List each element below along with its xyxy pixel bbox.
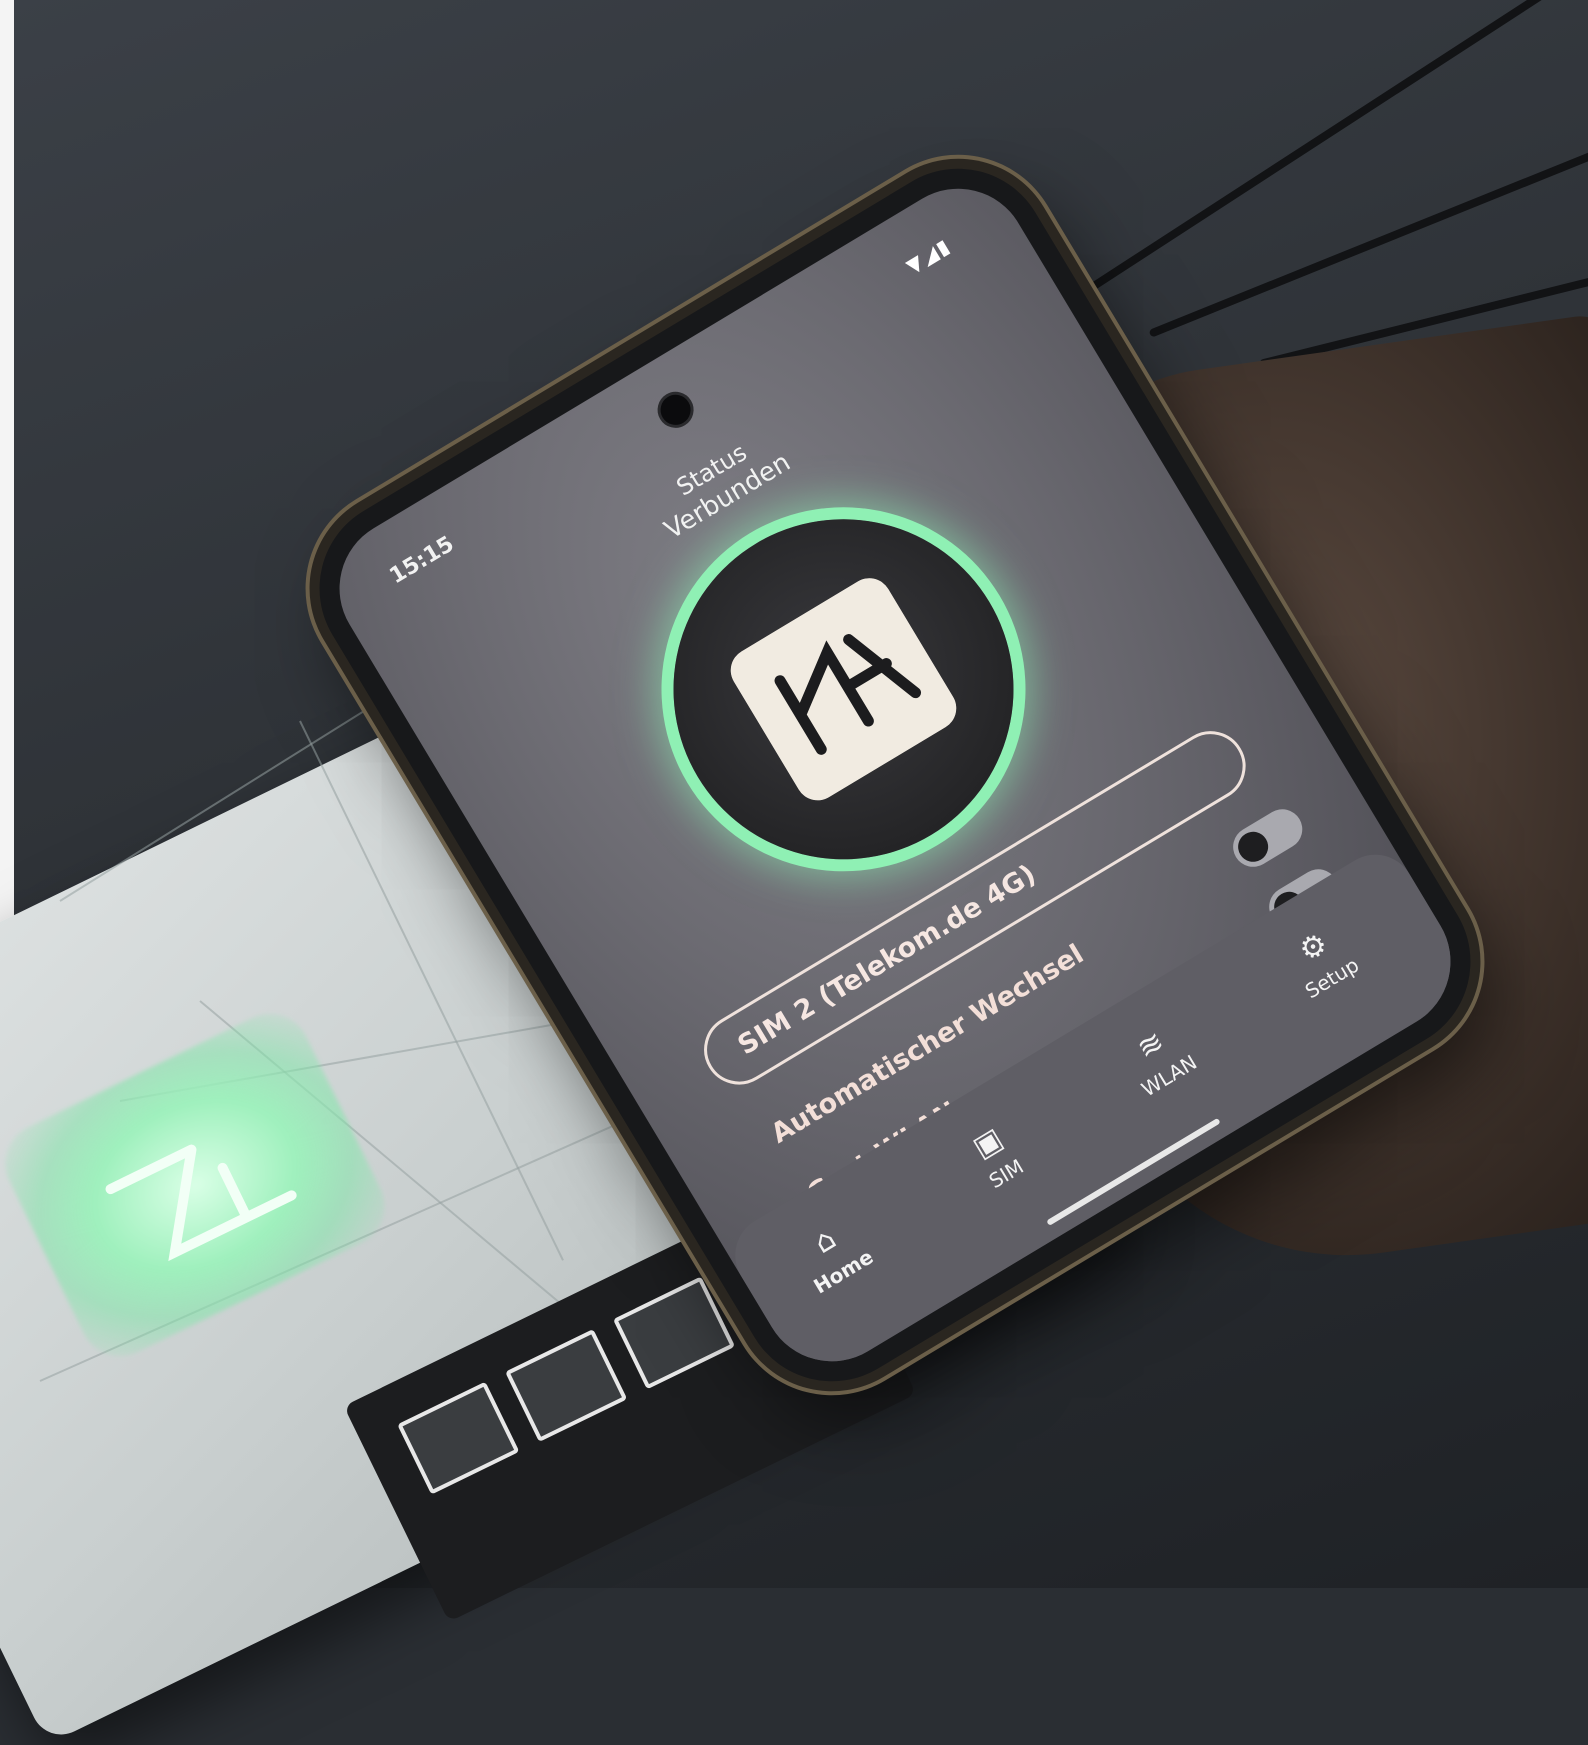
status-bar-time: 15:15 — [385, 531, 459, 590]
phone-screen: 15:15 ▼◢▮ Status Verbunden SIM 2 (Teleko… — [313, 162, 1477, 1388]
nav-wlan[interactable]: ≋ WLAN — [1082, 994, 1235, 1122]
smartphone: 15:15 ▼◢▮ Status Verbunden SIM 2 (Teleko… — [286, 115, 1504, 1435]
front-camera — [650, 385, 701, 435]
nav-sim[interactable]: ▣ SIM — [919, 1092, 1072, 1220]
nav-setup[interactable]: ⚙ Setup — [1245, 896, 1398, 1024]
auto-switch-toggle[interactable] — [1225, 801, 1310, 875]
status-icons: ▼◢▮ — [902, 233, 955, 278]
nav-home[interactable]: ⌂ Home — [756, 1190, 909, 1318]
